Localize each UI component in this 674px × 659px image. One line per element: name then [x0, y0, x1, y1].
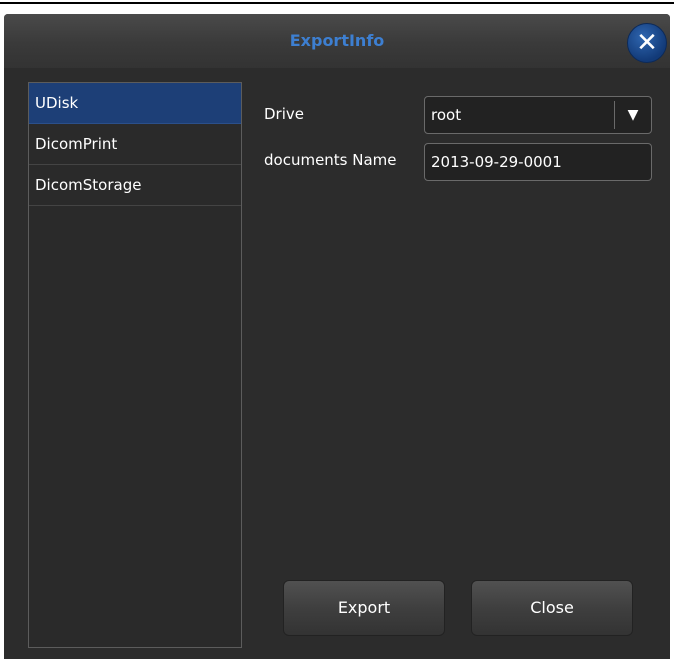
export-button[interactable]: Export: [283, 580, 445, 636]
export-info-dialog: ExportInfo ✕ UDisk DicomPrint DicomStora…: [4, 14, 670, 659]
close-button[interactable]: Close: [471, 580, 633, 636]
sidebar-item-udisk[interactable]: UDisk: [29, 83, 241, 124]
drive-label: Drive: [264, 105, 304, 123]
drive-select[interactable]: root ▼: [424, 96, 652, 134]
sidebar-item-dicomprint[interactable]: DicomPrint: [29, 124, 241, 165]
dialog-body: UDisk DicomPrint DicomStorage Drive root…: [4, 68, 670, 659]
dialog-title: ExportInfo: [289, 31, 385, 50]
title-bar: ExportInfo ✕: [4, 14, 670, 68]
documents-name-field[interactable]: 2013-09-29-0001: [424, 143, 652, 181]
sidebar-item-label: DicomPrint: [35, 135, 118, 153]
sidebar-item-label: UDisk: [35, 94, 79, 112]
export-target-list: UDisk DicomPrint DicomStorage: [28, 82, 242, 648]
sidebar-item-dicomstorage[interactable]: DicomStorage: [29, 165, 241, 206]
close-icon[interactable]: ✕: [627, 23, 667, 63]
top-divider-line: [0, 2, 674, 4]
drive-select-value: root: [431, 106, 462, 124]
documents-name-label: documents Name: [264, 151, 397, 169]
chevron-down-icon[interactable]: ▼: [615, 97, 651, 133]
sidebar-item-label: DicomStorage: [35, 176, 142, 194]
